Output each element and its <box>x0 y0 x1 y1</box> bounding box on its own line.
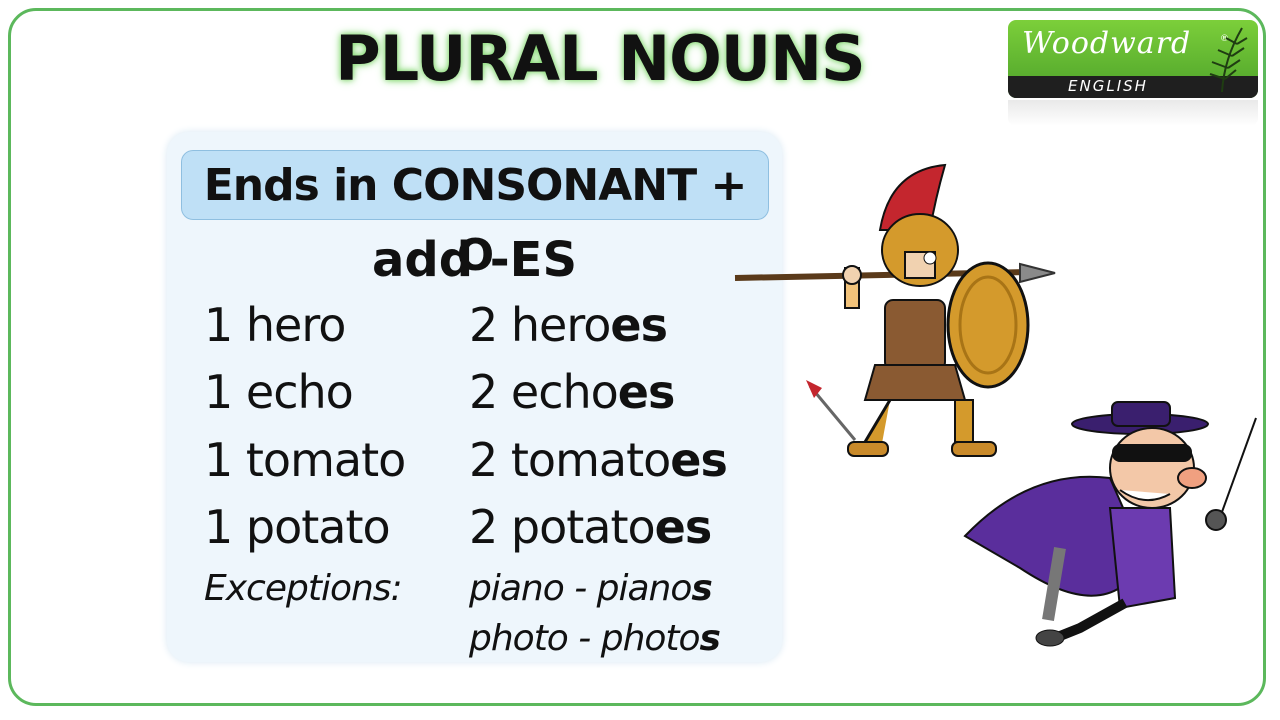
singular-potato: 1 potato <box>204 500 391 554</box>
exceptions-label: Exceptions: <box>204 568 403 609</box>
exception-photo: photo - photos <box>469 618 721 659</box>
rule-text: add -ES <box>371 232 578 288</box>
exception-piano: piano - pianos <box>469 568 713 609</box>
singular-echo: 1 echo <box>204 365 354 419</box>
plural-echo: 2 echoes <box>469 365 675 419</box>
logo-brand: Woodward <box>1022 26 1192 61</box>
singular-hero: 1 hero <box>204 298 346 352</box>
logo-reflection <box>1008 100 1258 126</box>
plural-tomato: 2 tomatoes <box>469 433 728 487</box>
plural-hero: 2 heroes <box>469 298 668 352</box>
singular-tomato: 1 tomato <box>204 433 406 487</box>
plural-potato: 2 potatoes <box>469 500 712 554</box>
rule-header: Ends in CONSONANT + O <box>181 150 769 281</box>
fern-icon <box>1209 27 1248 93</box>
masked-villain-icon <box>963 401 1257 647</box>
logo-sub: ENGLISH <box>1068 77 1148 95</box>
